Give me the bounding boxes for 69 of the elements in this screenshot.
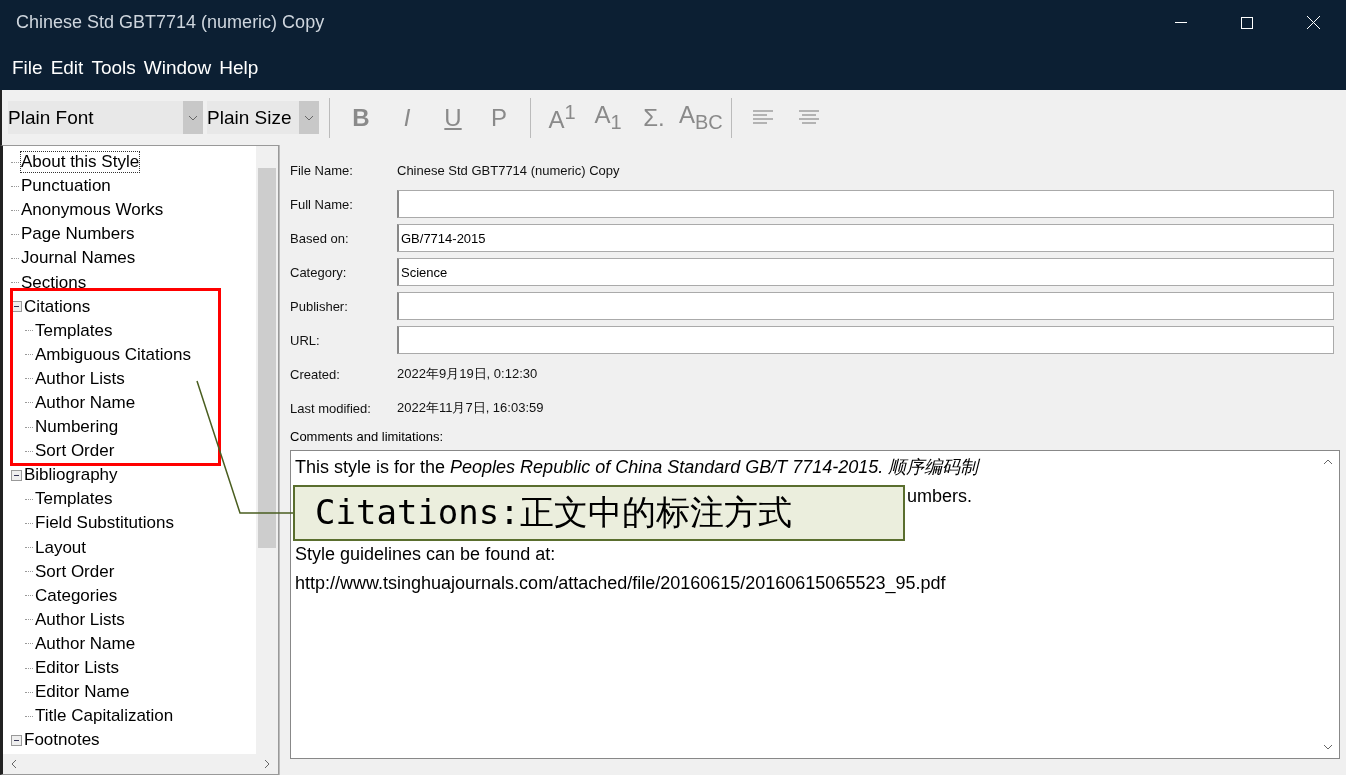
horizontal-scrollbar[interactable] — [3, 754, 278, 774]
menu-item[interactable]: Help — [219, 56, 259, 79]
collapse-icon[interactable] — [11, 734, 22, 746]
input-field[interactable]: GB/7714-2015 — [397, 224, 1334, 252]
collapse-icon[interactable] — [11, 469, 22, 481]
tree-item[interactable]: Editor Name — [35, 682, 130, 703]
field-label: Publisher: — [290, 298, 349, 314]
tree-item[interactable]: Layout — [35, 537, 87, 558]
maximize-icon[interactable] — [1241, 16, 1253, 29]
chevron-down-icon[interactable] — [1323, 742, 1333, 752]
tree-item[interactable]: Author Lists — [35, 609, 125, 630]
tree-item[interactable]: Editor Lists — [35, 658, 120, 678]
chevron-left-icon[interactable] — [9, 759, 19, 769]
window-title: Chinese Std GBT7714 (numeric) Copy — [16, 12, 326, 33]
align-left-icon[interactable] — [753, 109, 773, 126]
tree-item[interactable]: Author Name — [35, 393, 136, 413]
field-label: Category: — [290, 264, 348, 280]
field-label: Last modified: — [290, 400, 372, 416]
field-label: File Name: — [290, 162, 354, 178]
comment-text: http://www.tsinghuajournals.com/attached/file/20160615/20160615065523_95.pdf — [295, 573, 946, 593]
input-field[interactable] — [397, 326, 1334, 354]
chevron-up-icon[interactable] — [1323, 457, 1333, 467]
input-field[interactable] — [397, 292, 1334, 320]
field-label: Created: — [290, 366, 341, 382]
tree-item[interactable]: Anonymous Works — [21, 200, 164, 221]
menu-item[interactable]: File — [12, 56, 43, 79]
tree-item[interactable]: Punctuation — [21, 176, 111, 197]
size-dropdown[interactable]: Plain Size — [207, 101, 319, 134]
tree-item[interactable]: Categories — [35, 585, 118, 606]
tree-item[interactable]: Page Numbers — [21, 224, 135, 245]
tree-item[interactable]: About this Style — [21, 152, 140, 173]
comment-text: umbers. — [907, 486, 973, 506]
align-center-icon[interactable] — [799, 109, 819, 126]
tree-item[interactable]: Templates — [35, 320, 113, 341]
menu-item[interactable]: Edit — [50, 56, 84, 79]
tree-item[interactable]: Sort Order — [35, 561, 115, 582]
menu-item[interactable]: Tools — [91, 56, 136, 79]
field-label: Full Name: — [290, 196, 354, 212]
field-value: 2022年11月7日, 16:03:59 — [397, 399, 545, 417]
menu-item[interactable]: Window — [143, 56, 212, 79]
tree-item[interactable]: Citations — [24, 296, 91, 317]
tree-item[interactable]: Bibliography — [24, 465, 118, 486]
tree-item[interactable]: Templates — [35, 489, 113, 510]
tree-item[interactable]: Ambiguous Citations — [35, 344, 191, 365]
tree-item[interactable]: Author Name — [35, 633, 136, 654]
tree-item[interactable]: Journal Names — [21, 248, 136, 269]
tree-item[interactable]: Sections — [21, 272, 87, 293]
input-field[interactable]: Science — [397, 258, 1334, 286]
field-value: 2022年9月19日, 0:12:30 — [397, 365, 539, 383]
field-label: Comments and limitations: — [290, 429, 445, 444]
tree-item[interactable]: Numbering — [35, 417, 119, 438]
collapse-icon[interactable] — [11, 301, 22, 313]
comment-text: This style is for the Peoples Republic of China Standard GB/T 7714-2015. 顺序编码制 — [295, 457, 979, 477]
font-dropdown[interactable]: Plain Font — [8, 101, 203, 134]
chevron-right-icon[interactable] — [262, 759, 272, 769]
annotation-callout: Citations:正文中的标注方式 — [293, 485, 905, 541]
input-field[interactable] — [397, 190, 1334, 218]
tree-item[interactable]: Sort Order — [35, 441, 115, 462]
field-value: Chinese Std GBT7714 (numeric) Copy — [397, 162, 621, 178]
field-label: URL: — [290, 332, 321, 348]
minimize-icon[interactable] — [1175, 21, 1187, 24]
tree-item[interactable]: Footnotes — [24, 730, 100, 751]
tree-item[interactable]: Author Lists — [35, 368, 125, 389]
comment-text: Style guidelines can be found at: — [295, 544, 556, 564]
close-icon[interactable] — [1306, 16, 1320, 29]
tree-item[interactable]: Field Substitutions — [35, 513, 174, 534]
tree-item[interactable]: Title Capitalization — [35, 706, 174, 727]
scrollbar[interactable] — [256, 146, 278, 754]
field-label: Based on: — [290, 230, 350, 246]
